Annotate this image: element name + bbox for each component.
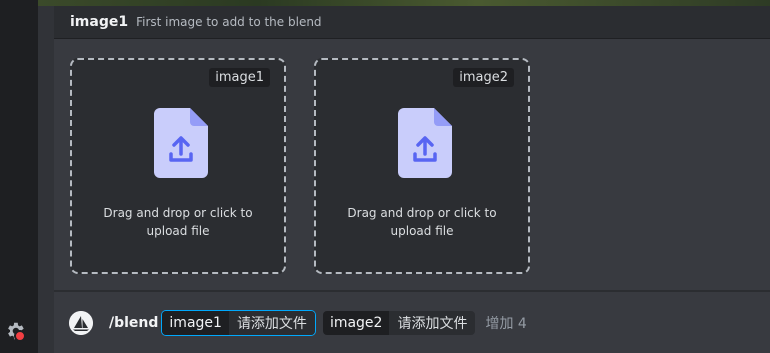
dropzone-image1[interactable]: image1 Drag and drop or click to upload … [70,58,286,274]
option-chip-image1[interactable]: image1 请添加文件 [162,310,315,335]
option-popup: image1 First image to add to the blend i… [54,6,770,353]
dropzone-tag: image1 [209,68,270,87]
option-chip-image2[interactable]: image2 请添加文件 [322,310,476,335]
more-options-button[interactable]: 增加 4 [485,313,526,333]
dropzone-text-line2: upload file [390,224,454,238]
file-upload-icon [154,108,208,178]
settings-gear-icon[interactable] [4,320,26,342]
option-header: image1 First image to add to the blend [54,6,770,39]
dropzone-image2[interactable]: image2 Drag and drop or click to upload … [314,58,530,274]
dropzone-text: Drag and drop or click to upload file [316,204,528,240]
option-value: 请添加文件 [228,310,315,335]
file-upload-icon [398,108,452,178]
command-input-bar[interactable]: /blend image1 请添加文件 image2 请添加文件 增加 4 [54,291,770,353]
option-value: 请添加文件 [389,310,476,335]
option-name: image1 [70,14,129,30]
option-key: image1 [162,310,229,335]
dropzone-text-line1: Drag and drop or click to [347,206,497,220]
bot-avatar-icon [69,310,93,335]
option-key: image2 [322,310,390,335]
left-rail [0,0,38,353]
command-panel: image1 First image to add to the blend i… [38,6,770,353]
notification-dot [14,330,26,342]
upload-area: image1 Drag and drop or click to upload … [54,39,770,290]
command-name: /blend [109,314,159,331]
option-description: First image to add to the blend [136,15,322,29]
dropzone-text-line1: Drag and drop or click to [103,206,253,220]
dropzone-text-line2: upload file [146,224,210,238]
dropzone-tag: image2 [453,68,514,87]
dropzone-text: Drag and drop or click to upload file [72,204,284,240]
